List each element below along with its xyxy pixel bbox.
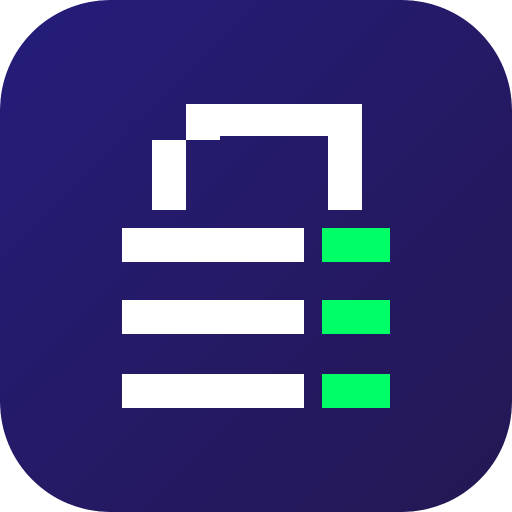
shackle-left-leg <box>152 140 186 210</box>
shackle-right-leg <box>328 104 362 210</box>
indicator-3 <box>322 374 390 408</box>
app-icon[interactable] <box>0 0 512 512</box>
list-bar-1 <box>122 228 304 262</box>
indicator-1 <box>322 228 390 262</box>
list-bar-2 <box>122 300 304 334</box>
list-bar-3 <box>122 374 304 408</box>
status-indicators <box>322 228 390 408</box>
list-bars <box>122 228 304 408</box>
indicator-2 <box>322 300 390 334</box>
lock-list-icon <box>0 0 512 512</box>
